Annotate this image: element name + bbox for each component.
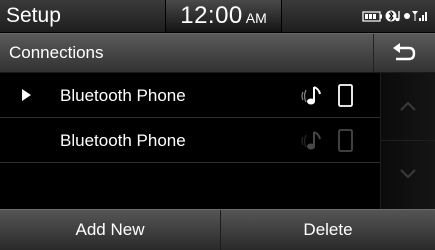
back-button[interactable] <box>373 34 435 72</box>
signal-icon <box>404 11 427 21</box>
empty-row <box>0 163 380 208</box>
bottom-bar: Add New Delete <box>0 209 435 250</box>
battery-icon <box>362 11 382 22</box>
chevron-down-icon <box>400 169 416 179</box>
header-bar: Connections <box>0 33 435 73</box>
phone-icon <box>338 129 353 152</box>
phone-icon <box>338 84 353 107</box>
clock: 12:00 AM <box>165 0 282 32</box>
clock-ampm: AM <box>245 10 267 26</box>
screen-title: Setup <box>6 4 61 27</box>
add-new-button[interactable]: Add New <box>0 210 220 250</box>
chevron-up-icon <box>400 101 416 111</box>
delete-button[interactable]: Delete <box>220 210 435 250</box>
device-profile-icons <box>300 129 360 153</box>
status-bar: Setup 12:00 AM <box>0 0 435 32</box>
scroll-up-button[interactable] <box>381 73 435 141</box>
music-note-icon <box>301 131 321 150</box>
bluetooth-audio-icon <box>385 10 400 22</box>
selected-indicator-icon <box>22 89 31 101</box>
device-row[interactable]: Bluetooth Phone <box>0 118 380 163</box>
device-name: Bluetooth Phone <box>60 86 186 105</box>
music-note-icon <box>301 86 321 105</box>
device-row[interactable]: Bluetooth Phone <box>0 73 380 118</box>
back-arrow-icon <box>393 43 416 61</box>
device-profile-icons <box>300 84 360 108</box>
page-title: Connections <box>9 43 104 62</box>
scroll-down-button[interactable] <box>381 141 435 209</box>
scroll-bar <box>380 73 435 209</box>
device-list: Bluetooth Phone Bluetooth Phone <box>0 73 380 209</box>
clock-time: 12:00 <box>180 2 243 29</box>
device-name: Bluetooth Phone <box>60 131 186 150</box>
status-icons <box>362 9 430 23</box>
